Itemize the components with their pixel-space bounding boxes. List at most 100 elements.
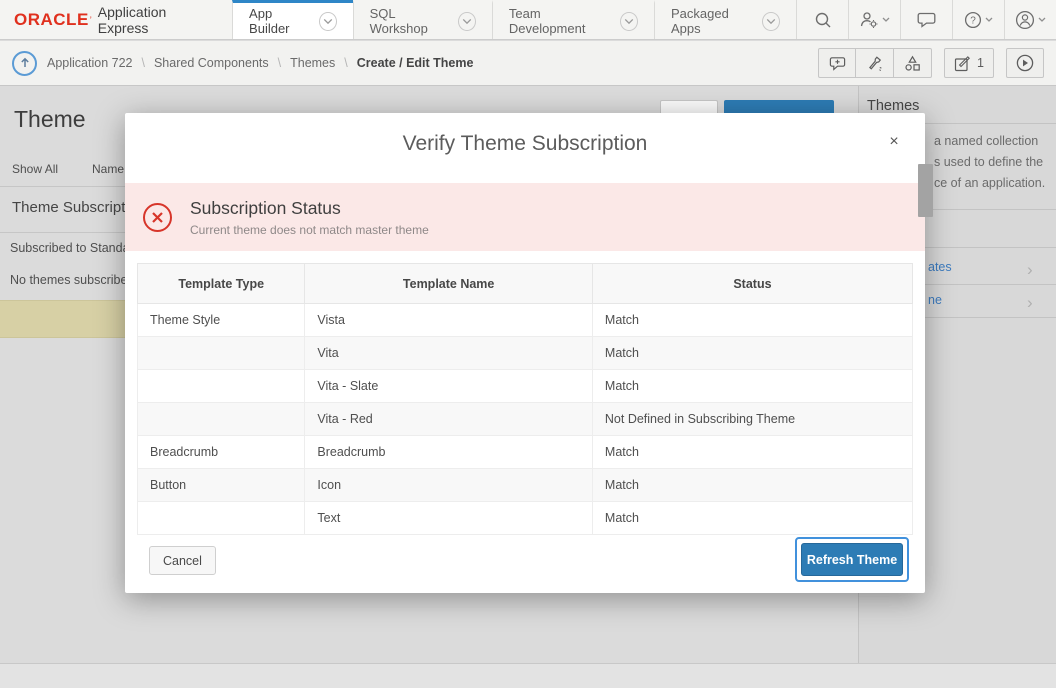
comment-button[interactable]: [818, 48, 856, 78]
breadcrumb: Application 722 \ Shared Components \ Th…: [47, 56, 473, 70]
sidebar-title: Themes: [867, 98, 919, 114]
table-row: Vita Match: [138, 337, 913, 370]
feedback-button[interactable]: [900, 0, 952, 39]
table-row: Breadcrumb Breadcrumb Match: [138, 436, 913, 469]
dialog-scrollbar-thumb[interactable]: [918, 164, 933, 217]
error-icon: [143, 203, 172, 232]
help-line: ce of an application.: [934, 173, 1045, 194]
help-line: a named collection: [934, 131, 1045, 152]
cell-template-name: Vita: [305, 337, 593, 370]
cell-template-type: [138, 502, 305, 535]
page-toolbar: 1: [818, 48, 1044, 78]
chevron-down-icon[interactable]: [458, 12, 476, 31]
product-name: Application Express: [98, 4, 206, 36]
cell-template-type: [138, 370, 305, 403]
page-title: Theme: [14, 106, 86, 133]
refresh-theme-focus-ring: Refresh Theme: [795, 537, 909, 582]
chevron-down-icon[interactable]: [319, 12, 337, 31]
subscribed-text: Subscribed to Standa: [10, 241, 130, 255]
nav-icon-group: ?: [796, 0, 1056, 39]
tab-label: App Builder: [249, 6, 311, 36]
breadcrumb-themes[interactable]: Themes: [290, 56, 335, 70]
table-row: Theme Style Vista Match: [138, 304, 913, 337]
page-footer: [0, 663, 1056, 688]
cell-status: Match: [592, 469, 912, 502]
breadcrumb-application[interactable]: Application 722: [47, 56, 132, 70]
primary-button-partial[interactable]: [724, 100, 834, 114]
alert-title: Subscription Status: [190, 198, 429, 219]
edit-page-button[interactable]: 1: [944, 48, 994, 78]
table-row: Button Icon Match: [138, 469, 913, 502]
tab-sql-workshop[interactable]: SQL Workshop: [353, 0, 492, 39]
no-themes-text: No themes subscribe: [10, 273, 127, 287]
help-button[interactable]: ?: [952, 0, 1004, 39]
cell-template-type: Breadcrumb: [138, 436, 305, 469]
table-row: Vita - Slate Match: [138, 370, 913, 403]
verify-theme-subscription-dialog: Verify Theme Subscription × Subscription…: [125, 113, 925, 593]
top-navigation-bar: ORACLE’ Application Express App Builder …: [0, 0, 1056, 40]
play-icon: [1016, 54, 1034, 72]
column-header-status: Status: [592, 264, 912, 304]
chevron-right-icon[interactable]: ›: [1027, 297, 1033, 309]
breadcrumb-shared-components[interactable]: Shared Components: [154, 56, 269, 70]
column-header-template-type: Template Type: [138, 264, 305, 304]
shapes-icon: [904, 55, 921, 72]
tab-team-development[interactable]: Team Development: [492, 0, 654, 39]
chevron-down-icon: [882, 17, 890, 22]
cell-template-name: Text: [305, 502, 593, 535]
comment-plus-icon: [829, 56, 846, 71]
shared-components-button[interactable]: [894, 48, 932, 78]
chevron-down-icon: [1038, 17, 1046, 22]
cell-status: Not Defined in Subscribing Theme: [592, 403, 912, 436]
cell-template-name: Vita - Red: [305, 403, 593, 436]
flashlight-icon: [866, 55, 883, 72]
cell-status: Match: [592, 304, 912, 337]
up-arrow-icon[interactable]: [12, 51, 37, 76]
breadcrumb-separator: \: [278, 56, 281, 70]
tab-app-builder[interactable]: App Builder: [232, 0, 353, 39]
refresh-theme-button[interactable]: Refresh Theme: [801, 543, 903, 576]
sidebar-link-theme[interactable]: ne: [928, 293, 942, 307]
close-icon[interactable]: ×: [883, 131, 905, 153]
utilities-button[interactable]: [856, 48, 894, 78]
user-gear-icon: [860, 11, 879, 28]
help-icon: ?: [964, 11, 982, 29]
cell-template-type: Button: [138, 469, 305, 502]
tab-label: Packaged Apps: [671, 6, 754, 36]
cell-template-name: Breadcrumb: [305, 436, 593, 469]
search-button[interactable]: [796, 0, 848, 39]
oracle-logo-mark: ’: [90, 15, 92, 25]
sidebar-help-text: a named collection s used to define the …: [934, 131, 1045, 194]
breadcrumb-bar: Application 722 \ Shared Components \ Th…: [0, 41, 1056, 86]
tab-packaged-apps[interactable]: Packaged Apps: [654, 0, 796, 39]
account-button[interactable]: [1004, 0, 1056, 39]
svg-text:?: ?: [970, 15, 976, 26]
sidebar-link-templates[interactable]: ates: [928, 260, 952, 274]
column-header-template-name: Template Name: [305, 264, 593, 304]
cancel-button[interactable]: Cancel: [149, 546, 216, 575]
chevron-down-icon[interactable]: [762, 12, 780, 31]
cell-template-name: Vista: [305, 304, 593, 337]
table-row: Text Match: [138, 502, 913, 535]
cell-template-name: Vita - Slate: [305, 370, 593, 403]
chevron-down-icon: [985, 17, 993, 22]
tab-name[interactable]: Name: [92, 162, 124, 176]
subscription-status-alert: Subscription Status Current theme does n…: [125, 183, 925, 251]
table-header-row: Template Type Template Name Status: [138, 264, 913, 304]
cancel-button-partial[interactable]: [660, 100, 718, 114]
cell-status: Match: [592, 370, 912, 403]
edit-pencil-icon: [954, 55, 971, 72]
tab-show-all[interactable]: Show All: [12, 162, 58, 176]
breadcrumb-separator: \: [141, 56, 144, 70]
cell-template-type: [138, 403, 305, 436]
section-title: Theme Subscriptio: [12, 199, 137, 216]
dialog-title: Verify Theme Subscription: [125, 113, 925, 171]
administration-button[interactable]: [848, 0, 900, 39]
brand: ORACLE’ Application Express: [0, 0, 232, 39]
chevron-right-icon[interactable]: ›: [1027, 264, 1033, 276]
user-icon: [1015, 10, 1035, 30]
chevron-down-icon[interactable]: [620, 12, 638, 31]
breadcrumb-current: Create / Edit Theme: [357, 56, 474, 70]
help-line: s used to define the: [934, 152, 1045, 173]
run-application-button[interactable]: [1006, 48, 1044, 78]
